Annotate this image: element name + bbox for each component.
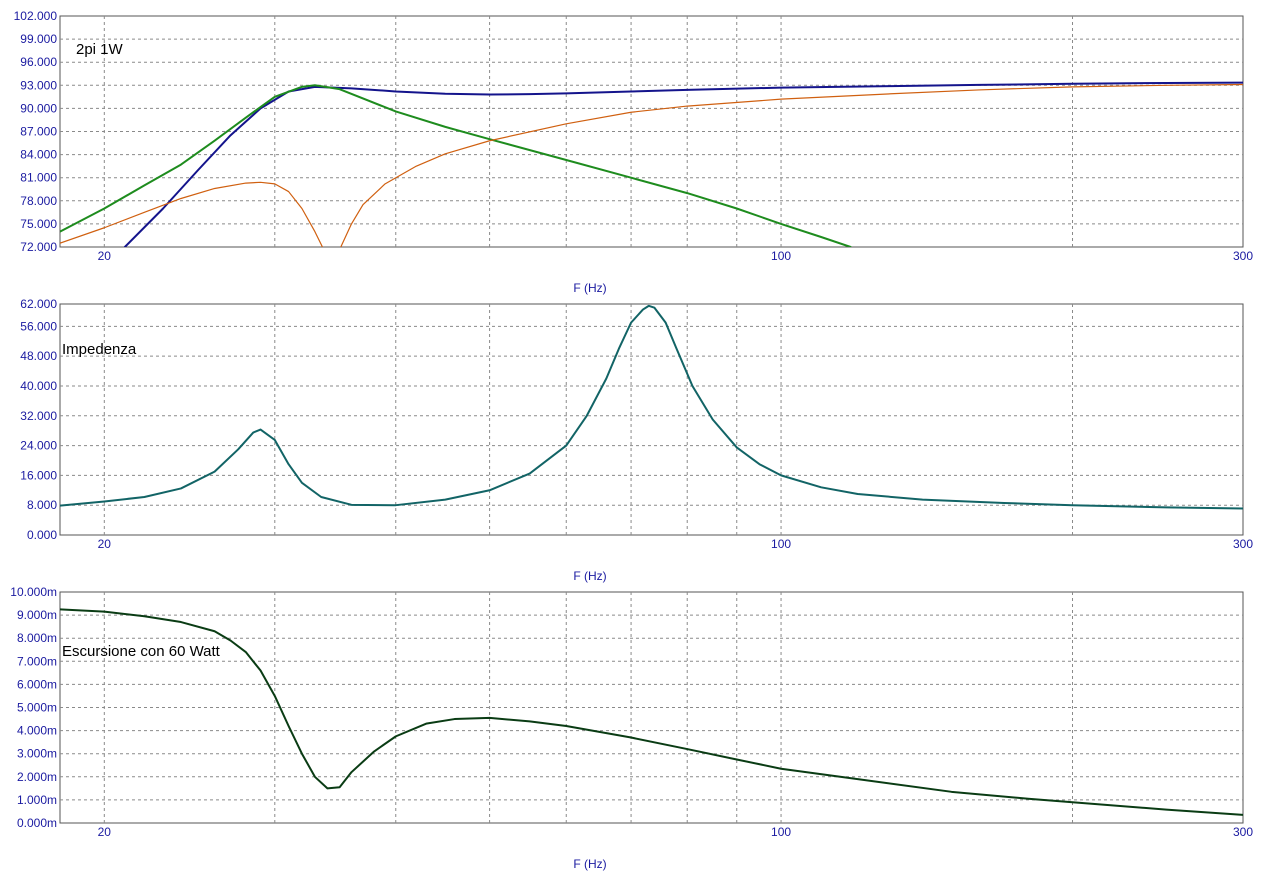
y-tick-label: 32.000 (20, 409, 57, 423)
plot-frame (59, 15, 1244, 248)
y-tick-label: 10.000m (10, 585, 57, 599)
y-tick-label: 6.000m (17, 677, 57, 691)
y-tick-label: 8.000m (17, 631, 57, 645)
y-tick-label: 56.000 (20, 319, 57, 333)
y-tick-label: 62.000 (20, 297, 57, 311)
y-tick-label: 9.000m (17, 608, 57, 622)
chart-stack: 72.000 75.000 78.000 81.000 84.000 87.000 90.0… (10, 9, 1254, 871)
y-tick-label: 4.000m (17, 724, 57, 738)
y-tick-label: 96.000 (20, 55, 57, 69)
plot-frame (59, 591, 1244, 824)
y-tick-label: 87.000 (20, 125, 57, 139)
y-tick-label: 1.000m (17, 793, 57, 807)
x-axis-title: F (Hz) (573, 569, 606, 583)
x-tick-label: 20 (98, 249, 112, 263)
panel-title: Impedenza (62, 341, 137, 358)
y-tick-label: 75.000 (20, 217, 57, 231)
y-tick-label: 90.000 (20, 101, 57, 115)
x-axis-title: F (Hz) (573, 281, 606, 295)
y-tick-label: 5.000m (17, 701, 57, 715)
y-tick-label: 3.000m (17, 747, 57, 761)
y-tick-label: 81.000 (20, 171, 57, 185)
y-tick-label: 78.000 (20, 194, 57, 208)
x-axis-title: F (Hz) (573, 857, 606, 871)
y-tick-label: 16.000 (20, 468, 57, 482)
panel-title: Escursione con 60 Watt (62, 643, 221, 660)
x-tick-label: 100 (771, 537, 791, 551)
panel-spl: 72.000 75.000 78.000 81.000 84.000 87.000 90.0… (14, 9, 1254, 295)
y-tick-label: 93.000 (20, 78, 57, 92)
y-tick-label: 7.000m (17, 654, 57, 668)
y-tick-label: 0.000 (27, 528, 57, 542)
x-tick-label: 300 (1233, 825, 1253, 839)
panel-impedance: 0.000 8.000 16.000 24.000 32.000 40.000 48.000… (20, 297, 1253, 583)
y-tick-label: 40.000 (20, 379, 57, 393)
y-tick-label: 84.000 (20, 148, 57, 162)
panel-title: 2pi 1W (76, 41, 124, 58)
x-tick-label: 300 (1233, 537, 1253, 551)
y-tick-label: 102.000 (14, 9, 58, 23)
y-tick-label: 8.000 (27, 498, 57, 512)
y-tick-label: 2.000m (17, 770, 57, 784)
x-tick-label: 20 (98, 537, 112, 551)
x-tick-label: 20 (98, 825, 112, 839)
y-tick-label: 24.000 (20, 439, 57, 453)
y-tick-label: 99.000 (20, 32, 57, 46)
panel-excursion: 0.000m 1.000m 2.000m 3.000m 4.000m 5.000m 6.00… (10, 585, 1253, 871)
x-tick-label: 300 (1233, 249, 1253, 263)
plot-frame (59, 303, 1244, 536)
y-tick-label: 48.000 (20, 349, 57, 363)
y-tick-label: 0.000m (17, 816, 57, 830)
x-tick-label: 100 (771, 249, 791, 263)
y-tick-label: 72.000 (20, 240, 57, 254)
x-tick-label: 100 (771, 825, 791, 839)
